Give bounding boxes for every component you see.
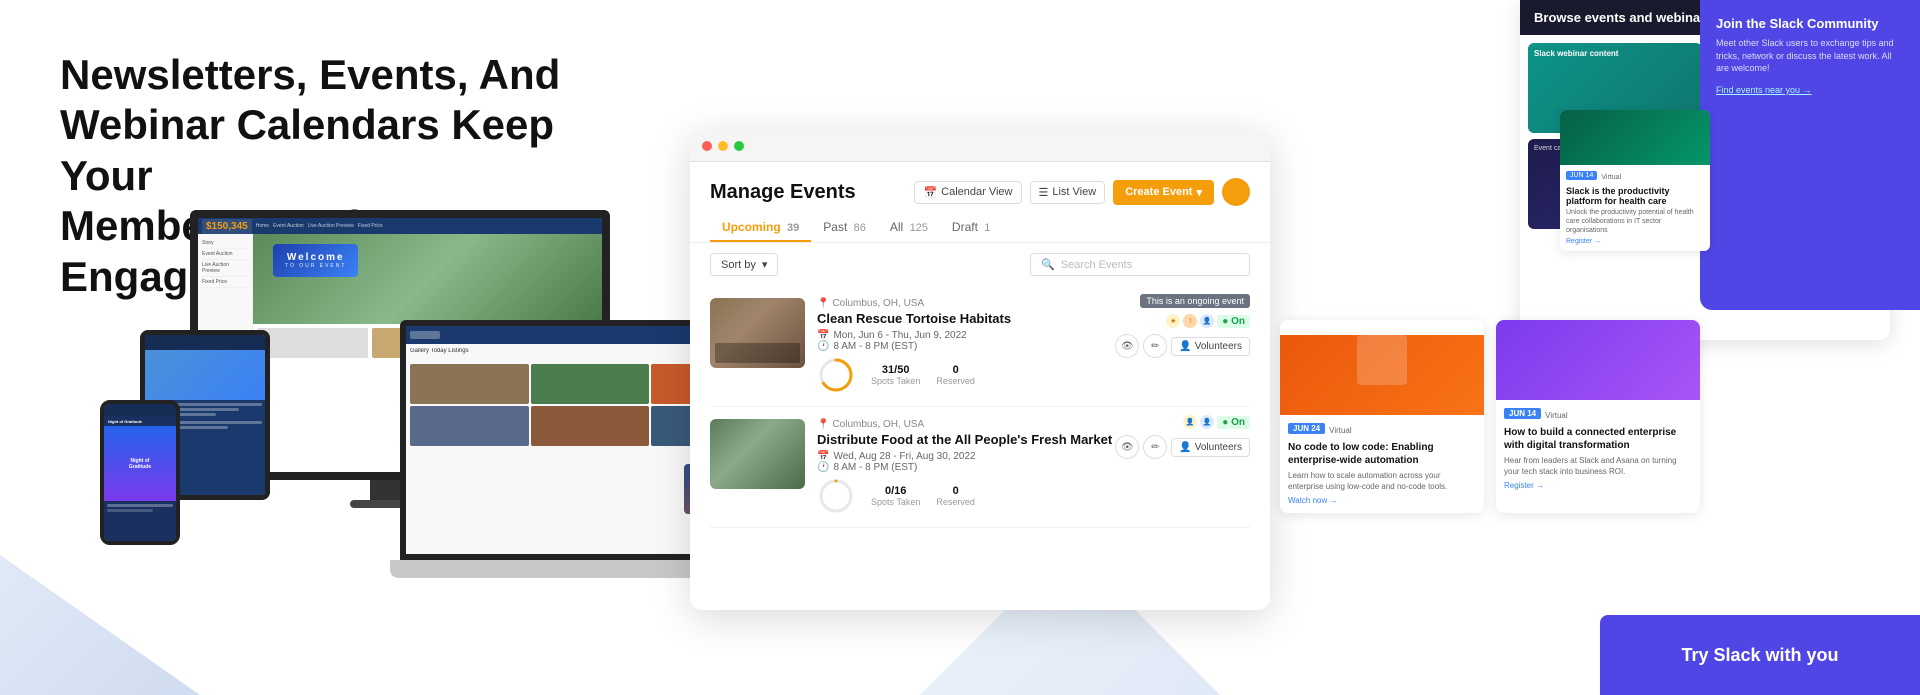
user-icon-2: 👤 — [1200, 415, 1214, 429]
user-plus-icon: 👤 — [1179, 442, 1191, 453]
event-image-market — [710, 419, 805, 489]
bottom-slack-banner: Try Slack with you — [1600, 615, 1920, 695]
ongoing-badge: This is an ongoing event — [1140, 294, 1250, 308]
panel-title: Manage Events — [710, 181, 856, 204]
star-icon: ★ — [1166, 314, 1180, 328]
slack-productivity-card: JUN 14 Virtual Slack is the productivity… — [1560, 110, 1710, 251]
event-image-tortoise — [710, 298, 805, 368]
status-indicators: ★ ! 👤 ● On — [1166, 314, 1250, 328]
tab-draft[interactable]: Draft 1 — [940, 214, 1002, 242]
event-card-nocode: JUN 24 Virtual No code to low code: Enab… — [1280, 320, 1484, 513]
maximize-dot — [734, 141, 744, 151]
nocode-description: Learn how to scale automation across you… — [1288, 470, 1476, 492]
connected-image — [1496, 320, 1700, 400]
clock-icon: 🕐 — [817, 341, 829, 352]
view-button[interactable]: 👁 — [1115, 334, 1139, 358]
table-row: 📍 Columbus, OH, USA Clean Rescue Tortois… — [710, 286, 1250, 407]
tab-past[interactable]: Past 86 — [811, 214, 878, 242]
chevron-down-icon: ▾ — [1196, 186, 1202, 199]
list-view-button[interactable]: ☰ List View — [1030, 181, 1106, 204]
alert-icon: ! — [1183, 314, 1197, 328]
connected-date-badge: JUN 14 — [1504, 408, 1541, 419]
nocode-date-badge: JUN 24 — [1288, 423, 1325, 434]
user-plus-icon: 👤 — [1179, 341, 1191, 352]
event-actions-2: 👤 👤 ● On 👁 ✏ 👤 Volunteers — [1115, 415, 1250, 459]
event-time-2: 🕐 8 AM - 8 PM (EST) — [817, 462, 1250, 473]
join-slack-title: Join the Slack Community — [1716, 16, 1904, 31]
user-avatar[interactable] — [1222, 178, 1250, 206]
edit-button-2[interactable]: ✏ — [1143, 435, 1167, 459]
calendar-icon: 📅 — [817, 330, 829, 341]
sp-tag: Virtual — [1601, 174, 1621, 181]
search-icon: 🔍 — [1041, 258, 1055, 271]
bottom-event-cards: JUN 24 Virtual No code to low code: Enab… — [1280, 320, 1700, 513]
connected-tag: Virtual — [1545, 411, 1568, 420]
sort-by-select[interactable]: Sort by ▾ — [710, 253, 778, 276]
reserved-stat-2: 0 Reserved — [936, 485, 975, 507]
spots-taken-stat-2: 0/16 Spots Taken — [871, 485, 920, 507]
connected-title: How to build a connected enterprise with… — [1504, 426, 1692, 452]
chevron-down-icon: ▾ — [762, 258, 768, 271]
minimize-dot — [718, 141, 728, 151]
event-stats-1: 31/50 Spots Taken 0 Reserved — [817, 356, 1250, 394]
event-actions-1: This is an ongoing event ★ ! 👤 ● On 👁 ✏ … — [1115, 294, 1250, 358]
panel-filters: Sort by ▾ 🔍 Search Events — [690, 243, 1270, 286]
join-slack-description: Meet other Slack users to exchange tips … — [1716, 37, 1904, 75]
view-button-2[interactable]: 👁 — [1115, 435, 1139, 459]
sp-register-link[interactable]: Register → — [1566, 238, 1704, 245]
panel-actions: 📅 Calendar View ☰ List View Create Event… — [914, 178, 1250, 206]
monitor-amount: $150,345 — [202, 219, 252, 234]
nocode-title: No code to low code: Enabling enterprise… — [1288, 441, 1476, 467]
spots-progress-2 — [817, 477, 855, 515]
tab-all[interactable]: All 125 — [878, 214, 940, 242]
sp-date-badge: JUN 14 — [1566, 171, 1597, 180]
on-status-badge-2: ● On — [1217, 416, 1250, 429]
events-list: 📍 Columbus, OH, USA Clean Rescue Tortois… — [690, 286, 1270, 528]
join-slack-panel: Join the Slack Community Meet other Slac… — [1700, 0, 1920, 310]
event-action-buttons: 👁 ✏ 👤 Volunteers — [1115, 334, 1250, 358]
list-icon: ☰ — [1039, 186, 1049, 199]
reserved-stat: 0 Reserved — [936, 364, 975, 386]
volunteers-button-2[interactable]: 👤 Volunteers — [1171, 438, 1250, 457]
slack-productivity-body: JUN 14 Virtual Slack is the productivity… — [1560, 165, 1710, 251]
panel-header: Manage Events 📅 Calendar View ☰ List Vie… — [690, 162, 1270, 214]
connected-link[interactable]: Register → — [1504, 481, 1692, 490]
search-events-input[interactable]: 🔍 Search Events — [1030, 253, 1250, 276]
find-events-link[interactable]: Find events near you → — [1716, 85, 1904, 95]
location-pin-icon: 📍 — [817, 419, 829, 430]
nocode-image — [1280, 335, 1484, 415]
panel-titlebar — [690, 130, 1270, 162]
clock-icon: 🕐 — [817, 462, 829, 473]
slack-productivity-image — [1560, 110, 1710, 165]
panel-tabs: Upcoming 39 Past 86 All 125 Draft 1 — [690, 214, 1270, 243]
on-status-badge: ● On — [1217, 315, 1250, 328]
nocode-link[interactable]: Watch now → — [1288, 496, 1476, 505]
spots-progress — [817, 356, 855, 394]
sp-description: Unlock the productivity potential of hea… — [1566, 208, 1704, 235]
event-card-connected: JUN 14 Virtual How to build a connected … — [1496, 320, 1700, 513]
manage-events-panel: Manage Events 📅 Calendar View ☰ List Vie… — [690, 130, 1270, 610]
person-icon: 👤 — [1183, 415, 1197, 429]
phone-mockup: Night of Gratitude Night ofGratitude — [100, 400, 180, 545]
sp-title: Slack is the productivity platform for h… — [1566, 186, 1704, 206]
spots-taken-stat: 31/50 Spots Taken — [871, 364, 920, 386]
user-icon: 👤 — [1200, 314, 1214, 328]
calendar-icon: 📅 — [817, 451, 829, 462]
event-action-buttons-2: 👁 ✏ 👤 Volunteers — [1115, 435, 1250, 459]
close-dot — [702, 141, 712, 151]
calendar-view-button[interactable]: 📅 Calendar View — [914, 181, 1021, 204]
table-row: 📍 Columbus, OH, USA Distribute Food at t… — [710, 407, 1250, 528]
calendar-icon: 📅 — [923, 186, 937, 199]
volunteers-button[interactable]: 👤 Volunteers — [1171, 337, 1250, 356]
edit-button[interactable]: ✏ — [1143, 334, 1167, 358]
status-indicators-2: 👤 👤 ● On — [1183, 415, 1250, 429]
nocode-tag: Virtual — [1329, 426, 1352, 435]
devices-area: $150,345 Home Event Auction Live Auction… — [60, 200, 740, 680]
event-stats-2: 0/16 Spots Taken 0 Reserved — [817, 477, 1250, 515]
connected-description: Hear from leaders at Slack and Asana on … — [1504, 455, 1692, 477]
location-pin-icon: 📍 — [817, 298, 829, 309]
create-event-button[interactable]: Create Event ▾ — [1113, 180, 1214, 205]
tab-upcoming[interactable]: Upcoming 39 — [710, 214, 811, 242]
